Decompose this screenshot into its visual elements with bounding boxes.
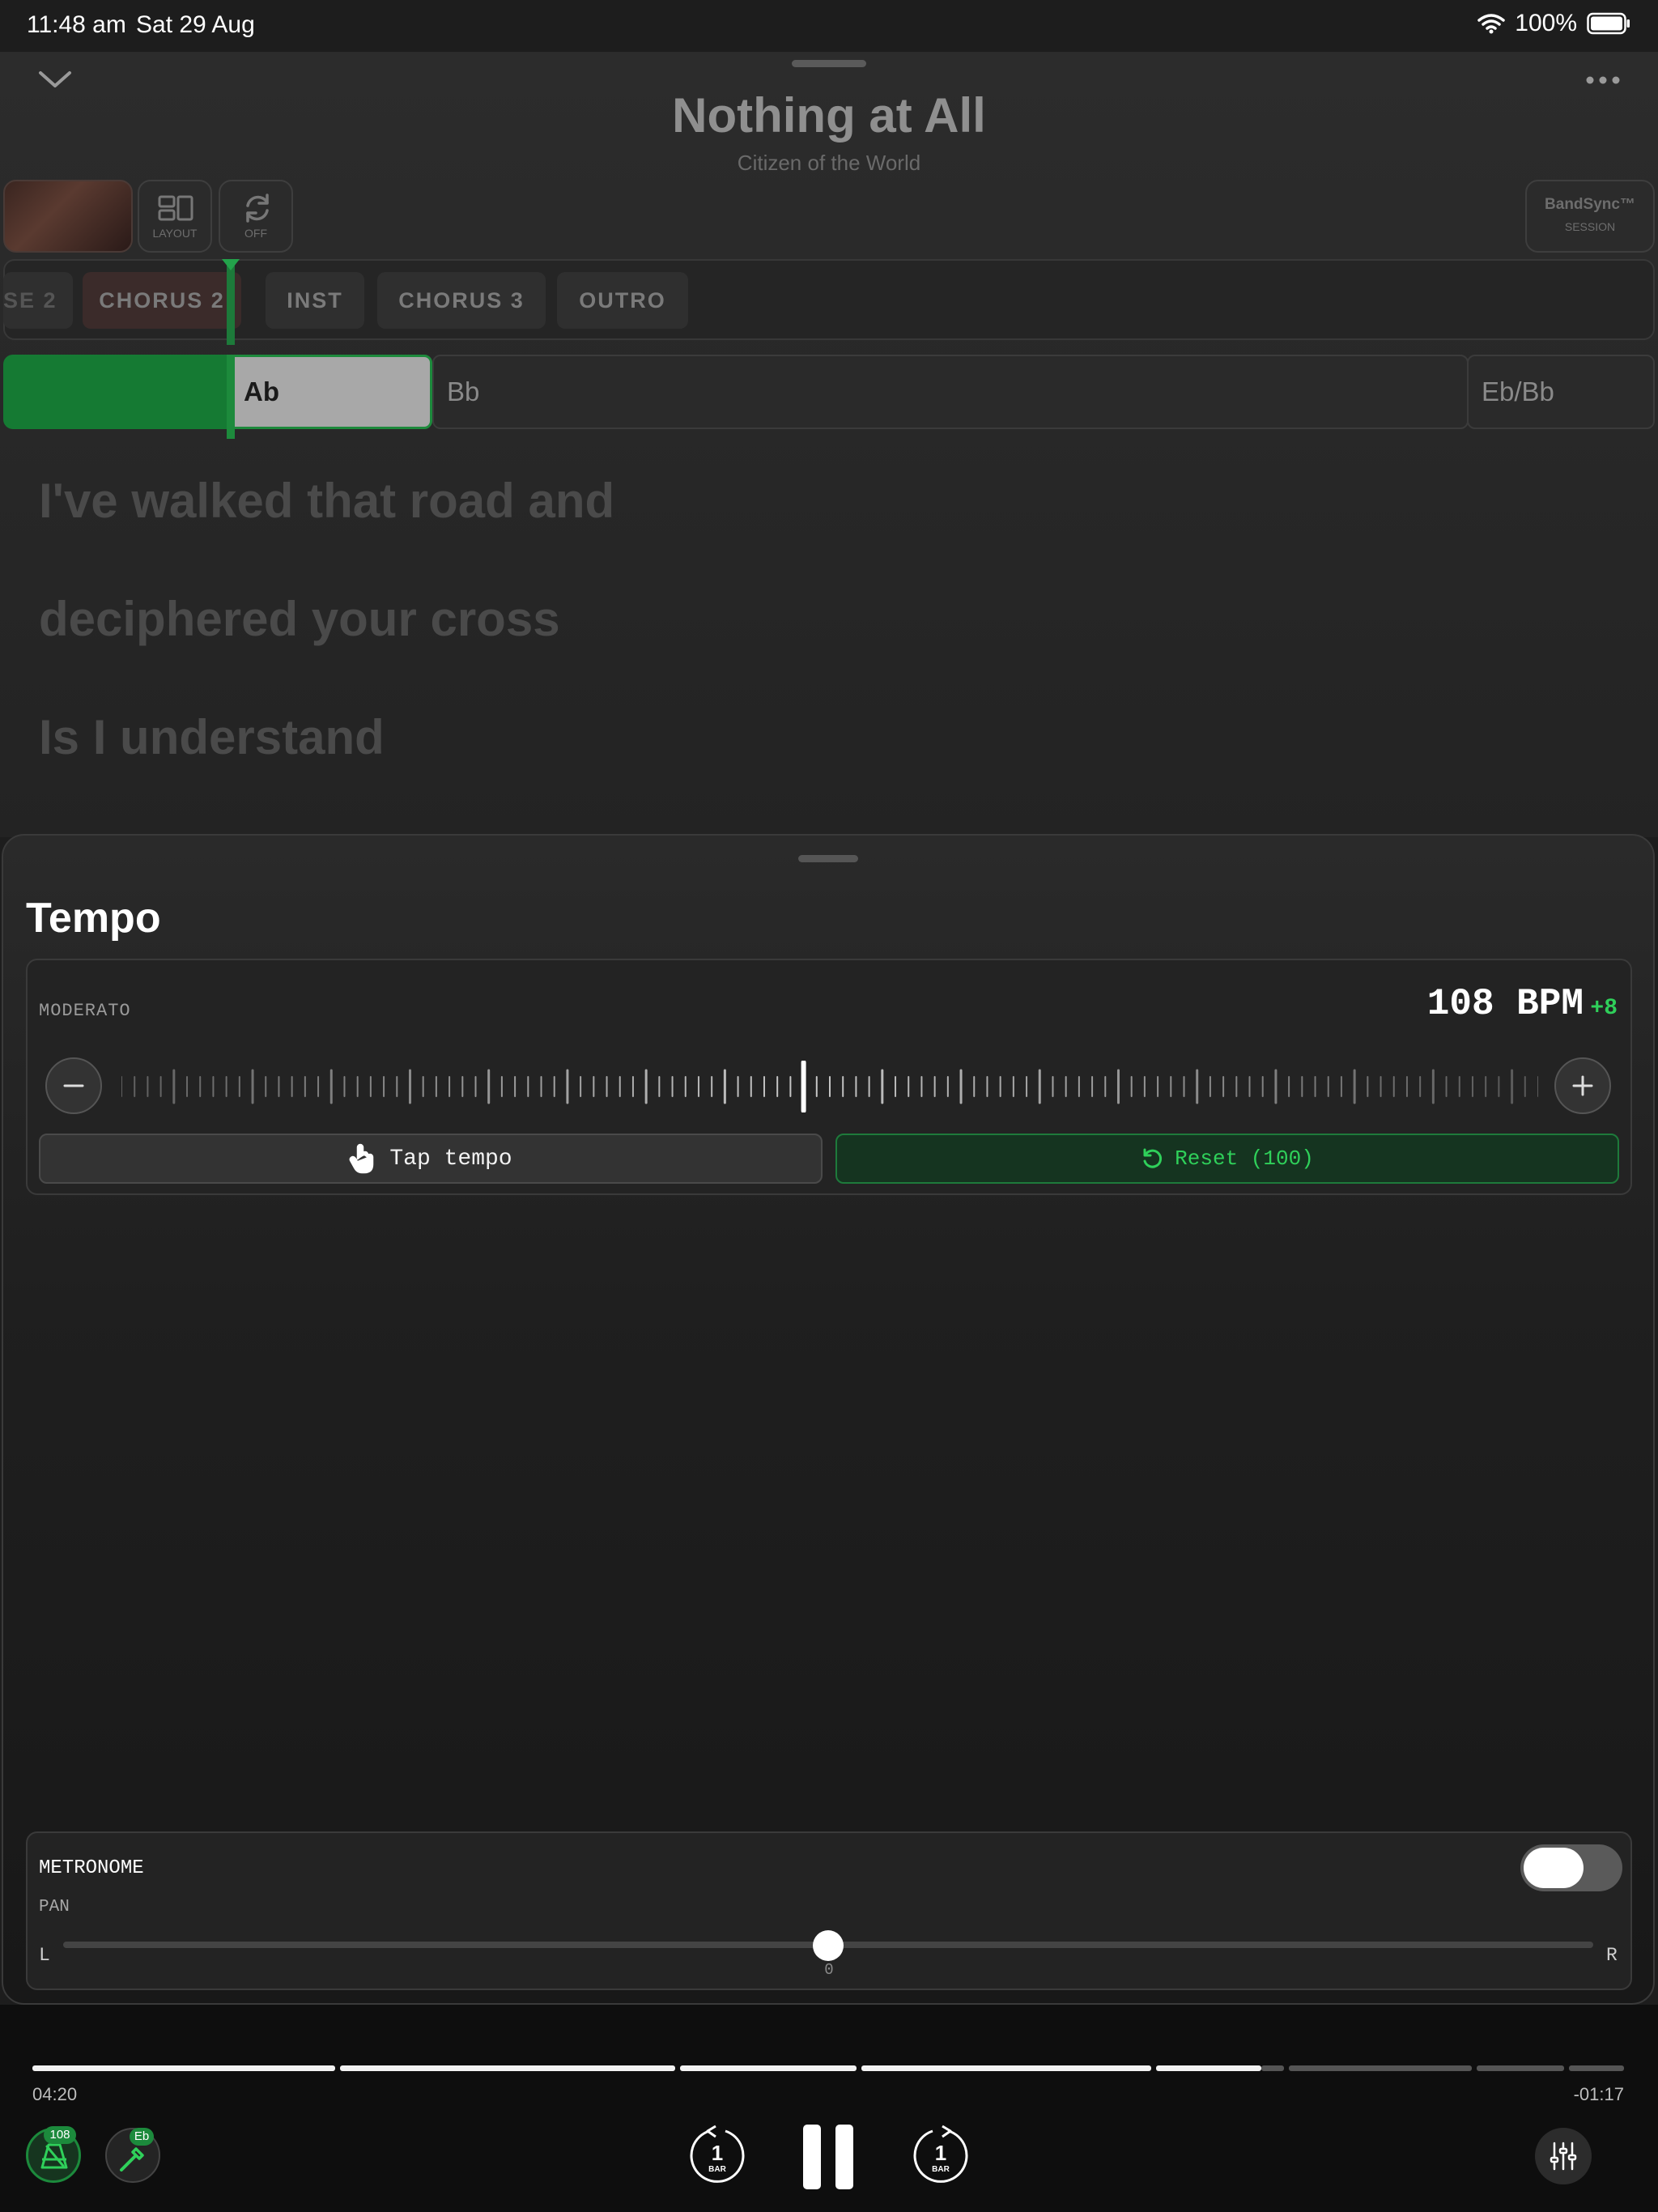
tap-tempo-label: Tap tempo [389,1146,512,1172]
metronome-icon [40,2143,68,2169]
increase-tempo-button[interactable] [1554,1057,1611,1114]
plus-icon [1572,1075,1593,1096]
tempo-marking: MODERATO [39,1001,131,1021]
minus-icon [63,1084,84,1087]
chord-progress-fill [3,355,234,429]
status-time: 11:48 am [27,11,126,38]
reset-tempo-button[interactable]: Reset (100) [835,1134,1619,1184]
forward-bar-count: 1 [934,2141,947,2165]
forward-bar-unit: BAR [932,2165,950,2174]
chord-label: Eb/Bb [1482,376,1554,406]
chord-label: Ab [244,376,279,406]
bandsync-title: BandSync™ [1545,196,1635,213]
status-date: Sat 29 Aug [136,11,255,38]
progress-segment [861,2065,1151,2071]
progress-segment [1156,2065,1261,2071]
elapsed-time: 04:20 [32,2084,78,2104]
progress-segment [32,2065,335,2071]
metronome-label: METRONOME [39,1857,144,1879]
lyric-line: deciphered your cross [39,592,560,646]
sheet-title: Tempo [26,895,161,942]
pan-left-label: L [39,1945,50,1966]
pan-right-label: R [1606,1945,1618,1966]
layout-label: LAYOUT [152,227,198,240]
reset-icon [1143,1148,1163,1168]
progress-segment [1261,2065,1284,2071]
chord-block[interactable]: Eb/Bb [1467,355,1655,429]
layout-button[interactable]: LAYOUT [138,180,212,253]
chord-current[interactable]: Ab [232,355,432,429]
chord-block[interactable]: Bb [432,355,1469,429]
battery-percent: 100% [1515,10,1577,36]
tuning-fork-icon [120,2147,144,2172]
pause-icon[interactable] [801,2123,855,2191]
song-artist: Citizen of the World [737,151,921,175]
battery-icon [1587,12,1630,35]
progress-segment [1569,2065,1624,2071]
back-bar-unit: BAR [708,2165,726,2174]
section-tab-active[interactable]: CHORUS 2 [83,272,241,329]
metronome-toggle-knob [1524,1848,1584,1888]
chord-label: Bb [447,376,480,406]
tempo-ruler-slider[interactable] [121,1061,1538,1112]
tempo-badge: 108 [44,2126,76,2144]
loop-button[interactable]: OFF [219,180,293,253]
section-label: CHORUS 3 [398,287,525,313]
section-tab[interactable]: OUTRO [557,272,688,329]
back-bar-count: 1 [711,2141,724,2165]
status-indicators: 100% [1477,10,1630,37]
more-icon[interactable] [1579,68,1627,92]
decrease-tempo-button[interactable] [45,1057,102,1114]
remaining-time: -01:17 [1573,2084,1624,2104]
section-tab[interactable]: INST [266,272,364,329]
song-title: Nothing at All [672,88,986,143]
section-label: INST [287,287,343,313]
progress-segment [1477,2065,1564,2071]
pan-value: 0 [824,1961,834,1979]
layout-icon [158,195,193,221]
song-progress-bar[interactable] [32,2065,1624,2072]
progress-segment [680,2065,857,2071]
section-tab[interactable]: SE 2 [3,272,73,329]
chords-timeline: Ab Bb Eb/Bb [3,355,1655,429]
tap-tempo-button[interactable]: Tap tempo [39,1134,823,1184]
playhead-triangle-icon [222,259,240,270]
album-artwork[interactable] [3,180,133,253]
bandsync-subtitle: SESSION [1564,220,1616,233]
pan-label: PAN [39,1898,70,1916]
bandsync-button[interactable]: BandSync™ SESSION [1525,180,1655,253]
playhead-marker [227,355,235,439]
section-label: OUTRO [579,287,666,313]
bpm-delta: +8 [1590,996,1618,1021]
bpm-value: 108 BPM [1426,983,1584,1025]
lyric-line: I've walked that road and [39,474,615,528]
pan-slider-thumb[interactable] [813,1930,844,1961]
player-grabber[interactable] [792,60,866,67]
lyric-line: Is I understand [39,710,385,764]
playhead-marker [227,261,235,345]
progress-segment [1289,2065,1472,2071]
mixer-button[interactable] [1535,2128,1592,2184]
section-tab[interactable]: CHORUS 3 [377,272,546,329]
hand-tap-icon [350,1143,374,1174]
status-bar: 11:48 am Sat 29 Aug 100% [0,0,1658,52]
loop-label: OFF [244,227,267,240]
section-label: SE 2 [3,287,57,313]
section-label: CHORUS 2 [99,287,225,313]
forward-one-bar-button[interactable]: 1 BAR [910,2125,971,2186]
reset-tempo-label: Reset (100) [1175,1146,1314,1171]
loop-icon [246,194,269,223]
sections-timeline: SE 2 CHORUS 2 INST CHORUS 3 OUTRO [3,259,1655,340]
sheet-grabber[interactable] [798,855,858,862]
back-one-bar-button[interactable]: 1 BAR [687,2125,748,2186]
wifi-icon [1477,14,1506,34]
sliders-icon [1550,2142,1577,2171]
progress-segment [340,2065,675,2071]
key-badge: Eb [130,2128,154,2146]
